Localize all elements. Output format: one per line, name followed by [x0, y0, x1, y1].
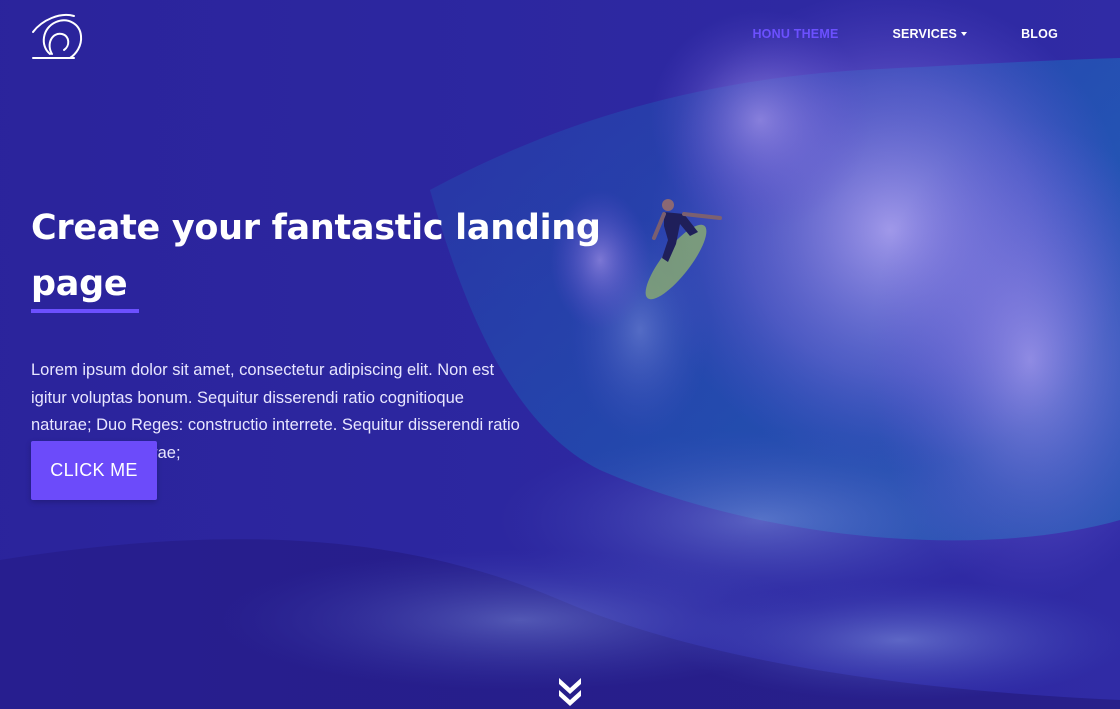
click-me-button[interactable]: CLICK ME [31, 441, 157, 500]
nav-item-label: HONU THEME [752, 27, 839, 41]
hero-section: HONU THEME SERVICES BLOG Create your fan… [0, 0, 1120, 709]
hero-title: Create your fantastic landing page [31, 208, 601, 304]
caret-down-icon [961, 32, 968, 36]
nav-menu: HONU THEME SERVICES BLOG [698, 27, 1058, 41]
double-chevron-down-icon[interactable] [557, 674, 583, 708]
hero-content: Create your fantastic landing page Lorem… [31, 200, 671, 467]
nav-item-blog[interactable]: BLOG [1021, 27, 1058, 41]
nav-item-honu-theme[interactable]: HONU THEME [752, 27, 838, 41]
nav-item-label: BLOG [1021, 27, 1058, 41]
top-navbar: HONU THEME SERVICES BLOG [0, 0, 1120, 70]
nav-item-services[interactable]: SERVICES [892, 27, 968, 41]
wave-logo-icon[interactable] [30, 10, 84, 62]
nav-item-label: SERVICES [892, 27, 958, 41]
